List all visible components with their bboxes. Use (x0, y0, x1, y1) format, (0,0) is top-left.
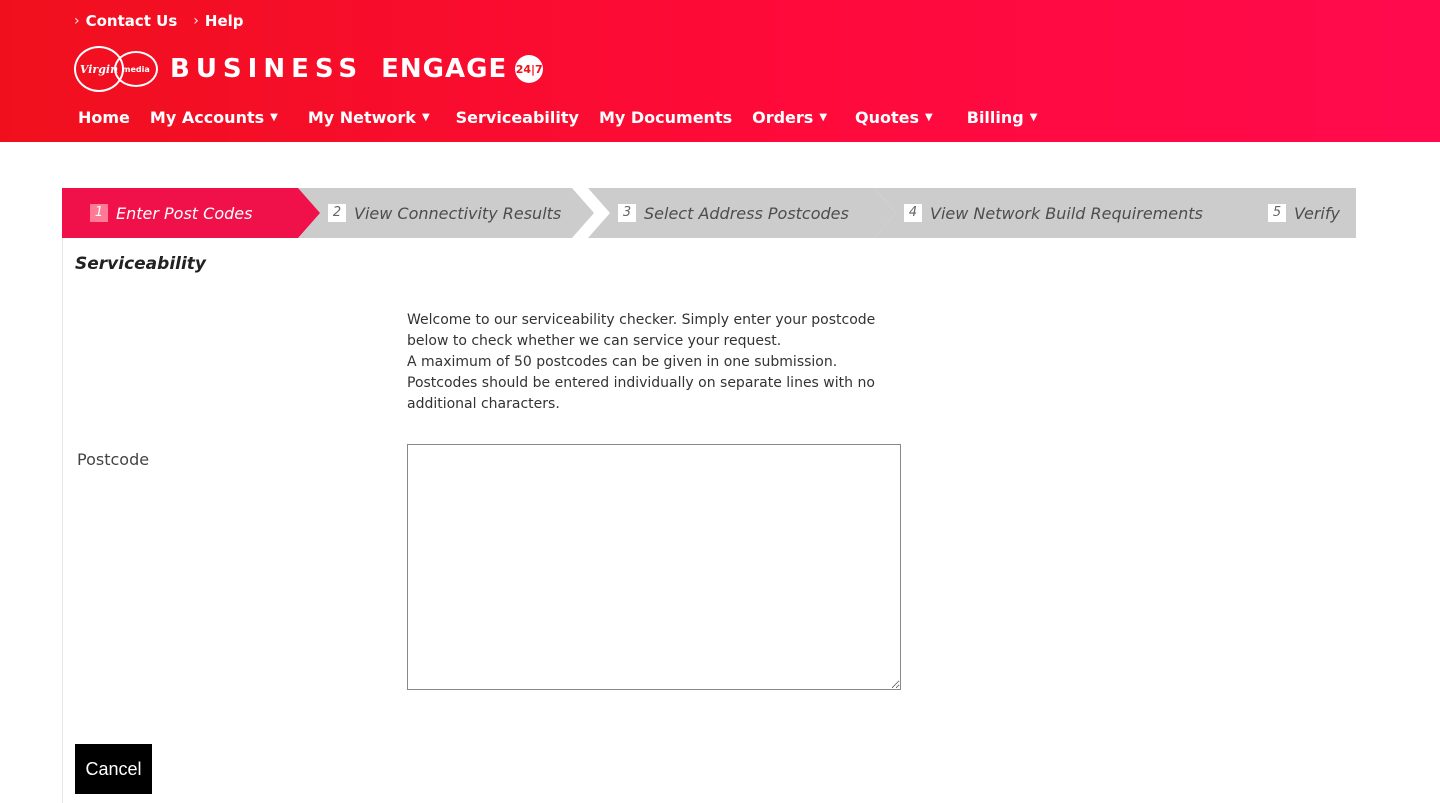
contact-us-label: Contact Us (85, 12, 178, 30)
brand-logo[interactable]: Virgin media BUSINESS ENGAGE 24|7 (74, 46, 544, 92)
site-header: › Contact Us › Help Virgin media BUSINES… (0, 0, 1440, 142)
intro-text: Welcome to our serviceability checker. S… (407, 310, 967, 415)
wizard-step-4[interactable]: 4 View Network Build Requirements (874, 188, 1264, 238)
nav-serviceability[interactable]: Serviceability (456, 108, 579, 127)
wizard-step-1-number: 1 (90, 204, 108, 222)
caret-down-icon: ▼ (270, 112, 278, 123)
nav-my-network-label: My Network (307, 108, 416, 127)
utility-links: › Contact Us › Help (74, 12, 244, 30)
caret-down-icon: ▼ (925, 112, 933, 123)
nav-my-network[interactable]: My Network ▼ (308, 108, 430, 127)
chevron-right-icon: › (74, 13, 80, 29)
caret-down-icon: ▼ (1029, 112, 1038, 123)
postcode-label: Postcode (77, 450, 150, 469)
page-title: Serviceability (75, 254, 207, 274)
nav-home[interactable]: Home (78, 108, 130, 127)
wizard-step-3-label: Select Address Postcodes (644, 203, 849, 223)
wizard-step-5-label: Verify (1294, 203, 1340, 223)
nav-orders-label: Orders (752, 108, 814, 127)
wizard-step-4-number: 4 (904, 204, 922, 222)
wizard-step-2-label-wrap: 2 View Connectivity Results (328, 204, 561, 223)
virgin-logo-text: Virgin (79, 62, 119, 76)
wizard-step-1-label: Enter Post Codes (116, 203, 253, 223)
nav-billing-label: Billing (966, 108, 1024, 127)
intro-line: Welcome to our serviceability checker. S… (407, 312, 876, 328)
brand-name: BUSINESS (170, 54, 364, 84)
wizard-steps: 1 Enter Post Codes 2 View Connectivity R… (62, 188, 1440, 238)
wizard-step-2-label: View Connectivity Results (354, 203, 562, 223)
wizard-step-5-label-wrap: 5 Verify (1268, 204, 1340, 223)
main-content: Serviceability Welcome to our serviceabi… (62, 238, 1440, 803)
help-label: Help (204, 12, 244, 30)
nav-my-documents[interactable]: My Documents (599, 108, 732, 127)
brand-product: ENGAGE (381, 54, 508, 84)
wizard-step-5-number: 5 (1268, 204, 1286, 222)
media-logo-text: media (122, 64, 150, 74)
caret-down-icon: ▼ (421, 112, 430, 123)
wizard-step-2-number: 2 (328, 204, 346, 222)
wizard-step-3[interactable]: 3 Select Address Postcodes (588, 188, 896, 238)
nav-my-accounts[interactable]: My Accounts ▼ (150, 108, 278, 127)
postcode-textarea[interactable] (407, 444, 901, 690)
wizard-step-2[interactable]: 2 View Connectivity Results (298, 188, 594, 238)
intro-line: below to check whether we can service yo… (407, 333, 782, 349)
chevron-right-icon: › (193, 13, 199, 29)
nav-serviceability-label: Serviceability (455, 108, 579, 127)
wizard-step-1-label-wrap: 1 Enter Post Codes (90, 204, 252, 223)
nav-quotes-label: Quotes (855, 108, 920, 127)
wizard-step-4-label-wrap: 4 View Network Build Requirements (904, 204, 1203, 223)
nav-my-accounts-label: My Accounts (149, 108, 265, 127)
intro-line: Postcodes should be entered individually… (407, 375, 875, 391)
nav-orders[interactable]: Orders ▼ (752, 108, 827, 127)
nav-home-label: Home (78, 108, 130, 127)
help-link[interactable]: › Help (193, 12, 243, 30)
nav-my-documents-label: My Documents (598, 108, 733, 127)
nav-quotes[interactable]: Quotes ▼ (855, 108, 933, 127)
main-nav: Home My Accounts ▼ My Network ▼ Servicea… (78, 108, 1057, 127)
wizard-step-4-label: View Network Build Requirements (930, 203, 1203, 223)
nav-billing[interactable]: Billing ▼ (967, 108, 1038, 127)
intro-line: additional characters. (407, 396, 560, 412)
wizard-step-5[interactable]: 5 Verify (1238, 188, 1356, 238)
wizard-step-3-number: 3 (618, 204, 636, 222)
cancel-button[interactable]: Cancel (75, 744, 152, 794)
badge-247: 24|7 (515, 55, 544, 83)
contact-us-link[interactable]: › Contact Us (74, 12, 177, 30)
wizard-step-1[interactable]: 1 Enter Post Codes (62, 188, 322, 238)
intro-line: A maximum of 50 postcodes can be given i… (407, 354, 838, 370)
caret-down-icon: ▼ (819, 112, 828, 123)
media-logo-icon: media (114, 51, 158, 87)
wizard-step-3-label-wrap: 3 Select Address Postcodes (618, 204, 849, 223)
